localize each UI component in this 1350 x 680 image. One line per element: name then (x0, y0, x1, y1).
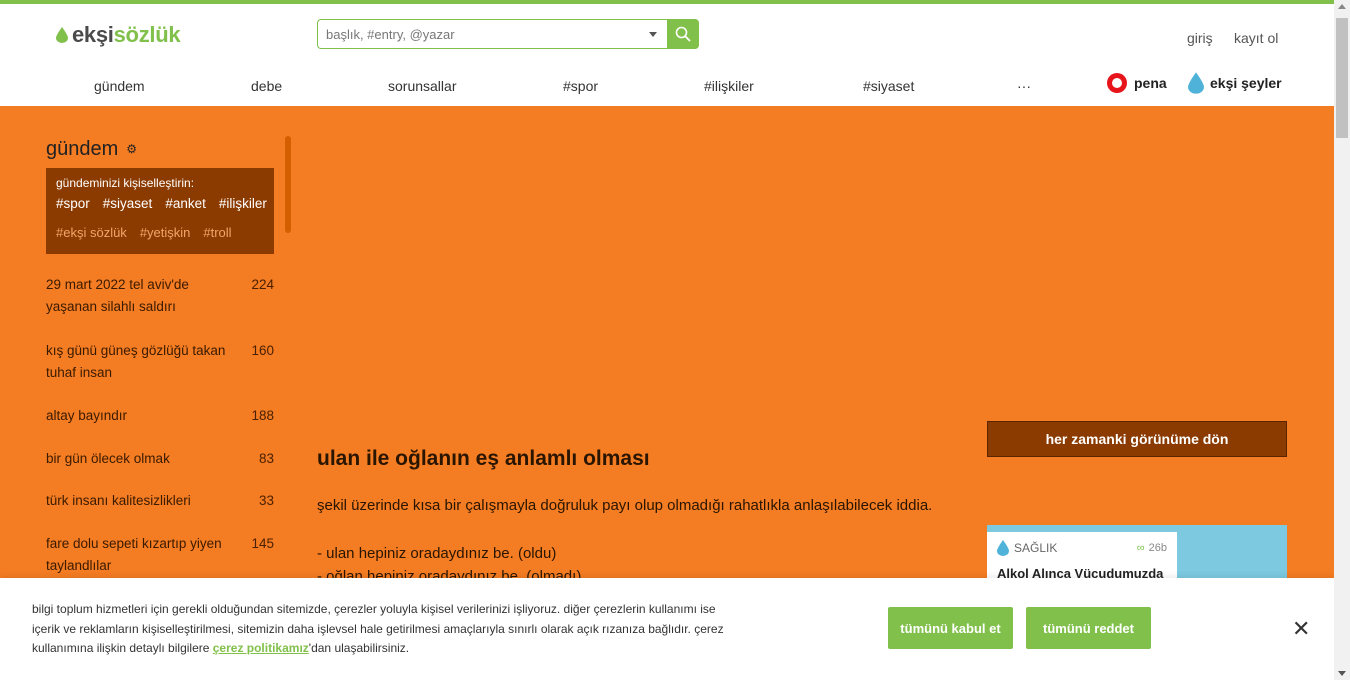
search-input[interactable]: başlık, #entry, @yazar (317, 19, 667, 49)
tag-eksi-sozluk[interactable]: #ekşi sözlük (56, 225, 127, 240)
topic-count: 145 (251, 536, 274, 551)
logo-text-eksi: ekşi (72, 22, 114, 47)
entry-text-line: şekil üzerinde kısa bir çalışmayla doğru… (317, 497, 933, 514)
secondary-tags: #ekşi sözlük #yetişkin #troll (56, 225, 264, 240)
scroll-down-icon[interactable] (1338, 671, 1346, 676)
entry-title[interactable]: ulan ile oğlanın eş anlamlı olması (317, 447, 650, 471)
tag-spor[interactable]: #spor (56, 196, 90, 211)
nav-gundem[interactable]: gündem (94, 78, 145, 94)
reject-all-button[interactable]: tümünü reddet (1026, 607, 1151, 649)
glasses-icon: ∞ (1136, 542, 1145, 554)
pena-label: pena (1134, 75, 1167, 91)
topic-title: fare dolu sepeti kızartıp yiyen taylandl… (46, 536, 222, 573)
login-link[interactable]: giriş (1187, 30, 1213, 46)
close-icon[interactable]: ✕ (1292, 616, 1310, 642)
search-icon (675, 26, 691, 42)
sidebar-title-text: gündem (46, 137, 119, 160)
tag-anket[interactable]: #anket (165, 196, 206, 211)
sidebar-title: gündem ⚙ (46, 136, 274, 162)
search-placeholder: başlık, #entry, @yazar (326, 26, 455, 42)
nav-sorunsallar[interactable]: sorunsallar (388, 78, 456, 94)
register-link[interactable]: kayıt ol (1234, 30, 1278, 46)
topic-title: kış günü güneş gözlüğü takan tuhaf insan (46, 343, 226, 380)
nav-iliskiler[interactable]: #ilişkiler (704, 78, 754, 94)
sidebar-scrollbar[interactable] (285, 136, 291, 233)
scroll-up-icon[interactable] (1338, 4, 1346, 9)
search-bar: başlık, #entry, @yazar (317, 19, 699, 49)
topic-title: türk insanı kalitesizlikleri (46, 493, 191, 508)
topic-item[interactable]: 29 mart 2022 tel aviv'de yaşanan silahlı… (46, 274, 274, 318)
nav-debe[interactable]: debe (251, 78, 282, 94)
accept-all-button[interactable]: tümünü kabul et (888, 607, 1013, 649)
card-content: SAĞLIK ∞ 26b Alkol Alınca Vücudumuzda (987, 532, 1177, 582)
eksi-seyler-link[interactable]: ekşi şeyler (1188, 72, 1282, 94)
cookie-policy-link[interactable]: çerez politikamız (213, 641, 309, 655)
topic-count: 33 (258, 493, 274, 508)
tag-siyaset[interactable]: #siyaset (103, 196, 153, 211)
site-logo[interactable]: ekşi sözlük (56, 22, 181, 48)
entry-text-line: - ulan hepiniz oradaydınız be. (oldu) (317, 545, 557, 562)
drop-icon (997, 540, 1009, 556)
topic-count: 83 (258, 451, 274, 466)
topic-item[interactable]: kış günü güneş gözlüğü takan tuhaf insan… (46, 340, 274, 384)
classic-view-button[interactable]: her zamanki görünüme dön (987, 421, 1287, 457)
page-scrollbar[interactable] (1334, 0, 1350, 680)
cookie-text: bilgi toplum hizmetleri için gerekli old… (32, 600, 732, 659)
scrollbar-thumb[interactable] (1336, 18, 1348, 138)
topic-title: 29 mart 2022 tel aviv'de yaşanan silahlı… (46, 277, 189, 314)
logo-text-sozluk: sözlük (113, 22, 181, 47)
cookie-text-end: 'dan ulaşabilirsiniz. (308, 641, 410, 655)
topic-item[interactable]: türk insanı kalitesizlikleri 33 (46, 490, 274, 512)
pena-link[interactable]: pena (1106, 72, 1167, 94)
personalize-hint: gündeminizi kişiselleştirin: (56, 176, 195, 190)
top-header: ekşi sözlük başlık, #entry, @yazar giriş … (0, 0, 1334, 106)
card-category-label: SAĞLIK (1014, 541, 1058, 555)
topic-item[interactable]: bir gün ölecek olmak 83 (46, 448, 274, 470)
nav-more[interactable]: ··· (1017, 78, 1031, 94)
topic-item[interactable]: altay bayındır 188 (46, 405, 274, 427)
topic-count: 160 (251, 343, 274, 358)
topic-count: 224 (251, 277, 274, 292)
drop-icon (56, 27, 68, 43)
drop-icon (1188, 72, 1204, 94)
nav-siyaset[interactable]: #siyaset (863, 78, 914, 94)
gear-icon[interactable]: ⚙ (126, 142, 137, 156)
nav-spor[interactable]: #spor (563, 78, 598, 94)
primary-tags: #spor #siyaset #anket #ilişkiler (56, 196, 267, 211)
tag-yetiskin[interactable]: #yetişkin (140, 225, 191, 240)
tag-iliskiler[interactable]: #ilişkiler (219, 196, 267, 211)
topic-title: bir gün ölecek olmak (46, 451, 170, 466)
card-time: ∞ 26b (1137, 542, 1167, 554)
search-button[interactable] (667, 19, 699, 49)
tag-troll[interactable]: #troll (203, 225, 231, 240)
personalize-box: gündeminizi kişiselleştirin: #spor #siya… (46, 168, 274, 254)
topic-title: altay bayındır (46, 408, 128, 423)
eksi-seyler-label: ekşi şeyler (1210, 75, 1282, 91)
topic-count: 188 (251, 408, 274, 423)
chevron-down-icon[interactable] (649, 32, 657, 37)
topic-item[interactable]: fare dolu sepeti kızartıp yiyen taylandl… (46, 533, 274, 577)
gundem-sidebar: gündem ⚙ gündeminizi kişiselleştirin: #s… (46, 136, 274, 254)
card-time-label: 26b (1148, 542, 1167, 554)
cookie-banner: bilgi toplum hizmetleri için gerekli old… (0, 578, 1334, 680)
eksi-seyler-card[interactable]: SAĞLIK ∞ 26b Alkol Alınca Vücudumuzda (987, 525, 1287, 585)
pena-icon (1107, 73, 1127, 93)
